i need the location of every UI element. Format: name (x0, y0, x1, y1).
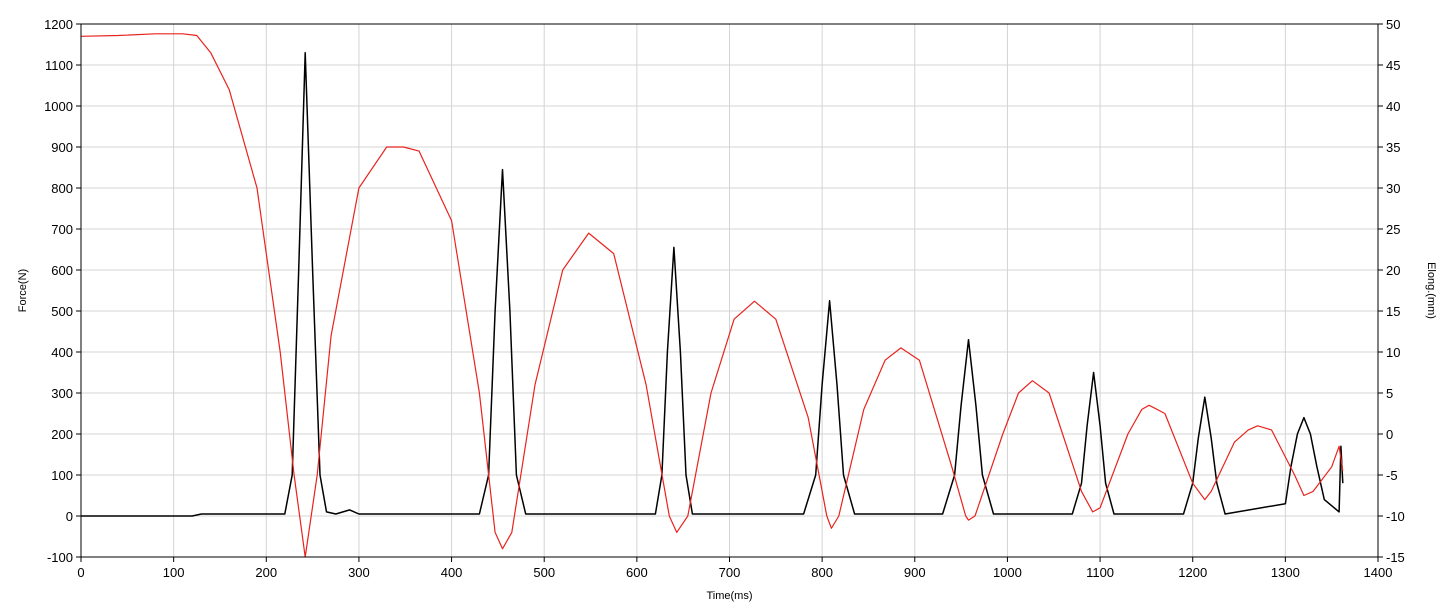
y2-tick-label: 25 (1386, 222, 1400, 237)
y2-tick-label: 20 (1386, 263, 1400, 278)
y-tick-label: 1000 (44, 99, 73, 114)
y-tick-label: 500 (51, 304, 73, 319)
y2-tick-label: 5 (1386, 386, 1393, 401)
x-tick-label: 1400 (1364, 565, 1393, 580)
grid (81, 24, 1378, 557)
y-tick-label: 700 (51, 222, 73, 237)
x-tick-label: 500 (533, 565, 555, 580)
x-tick-label: 300 (348, 565, 370, 580)
y2-tick-label: 40 (1386, 99, 1400, 114)
x-tick-label: 700 (719, 565, 741, 580)
y-tick-label: 1100 (45, 58, 73, 73)
y2-tick-label: 0 (1386, 427, 1393, 442)
y-tick-label: 100 (51, 468, 73, 483)
y-axis-right: -15 -10 -5 0 5 10 15 20 25 30 35 40 45 50 (1378, 17, 1405, 565)
x-tick-label: 400 (441, 565, 463, 580)
y2-tick-label: 35 (1386, 140, 1400, 155)
x-tick-label: 1300 (1271, 565, 1300, 580)
y2-tick-label: 45 (1386, 58, 1400, 73)
y-tick-label: 1200 (44, 17, 73, 32)
y2-tick-label: -15 (1386, 550, 1405, 565)
y-tick-label: 200 (51, 427, 73, 442)
y-tick-label: 800 (51, 181, 73, 196)
y2-tick-label: 50 (1386, 17, 1400, 32)
y-tick-label: 400 (51, 345, 73, 360)
x-tick-label: 600 (626, 565, 648, 580)
series-group (80, 33, 1344, 558)
y-tick-label: 900 (51, 140, 73, 155)
y-axis-title-right: Elong.(mm) (1425, 262, 1437, 319)
x-tick-label: 1000 (993, 565, 1022, 580)
y2-tick-label: 15 (1386, 304, 1400, 319)
y-tick-label: 300 (51, 386, 73, 401)
y2-tick-label: -10 (1386, 509, 1405, 524)
y2-tick-label: 30 (1386, 181, 1400, 196)
y-tick-label: -100 (47, 550, 73, 565)
x-tick-label: 1100 (1086, 565, 1114, 580)
x-tick-label: 800 (811, 565, 833, 580)
y2-tick-label: -5 (1386, 468, 1398, 483)
x-tick-label: 900 (904, 565, 926, 580)
x-tick-label: 1200 (1178, 565, 1207, 580)
series-line-elong (80, 33, 1344, 558)
x-tick-label: 0 (77, 565, 84, 580)
chart: 0 100 200 300 400 500 600 700 800 900 1000 1100 1200… (17, 17, 1437, 602)
x-tick-label: 200 (255, 565, 277, 580)
y-tick-label: 0 (66, 509, 73, 524)
y-axis-title-left: Force(N) (17, 269, 29, 312)
x-tick-label: 100 (163, 565, 185, 580)
y-axis-left: -100 0 100 200 300 400 500 600 700 800 900 1000 1100… (44, 17, 81, 565)
x-axis: 0 100 200 300 400 500 600 700 800 900 1000 1100 1200… (77, 557, 1392, 580)
x-axis-title: Time(ms) (706, 590, 752, 602)
y2-tick-label: 10 (1386, 345, 1400, 360)
y-tick-label: 600 (51, 263, 73, 278)
